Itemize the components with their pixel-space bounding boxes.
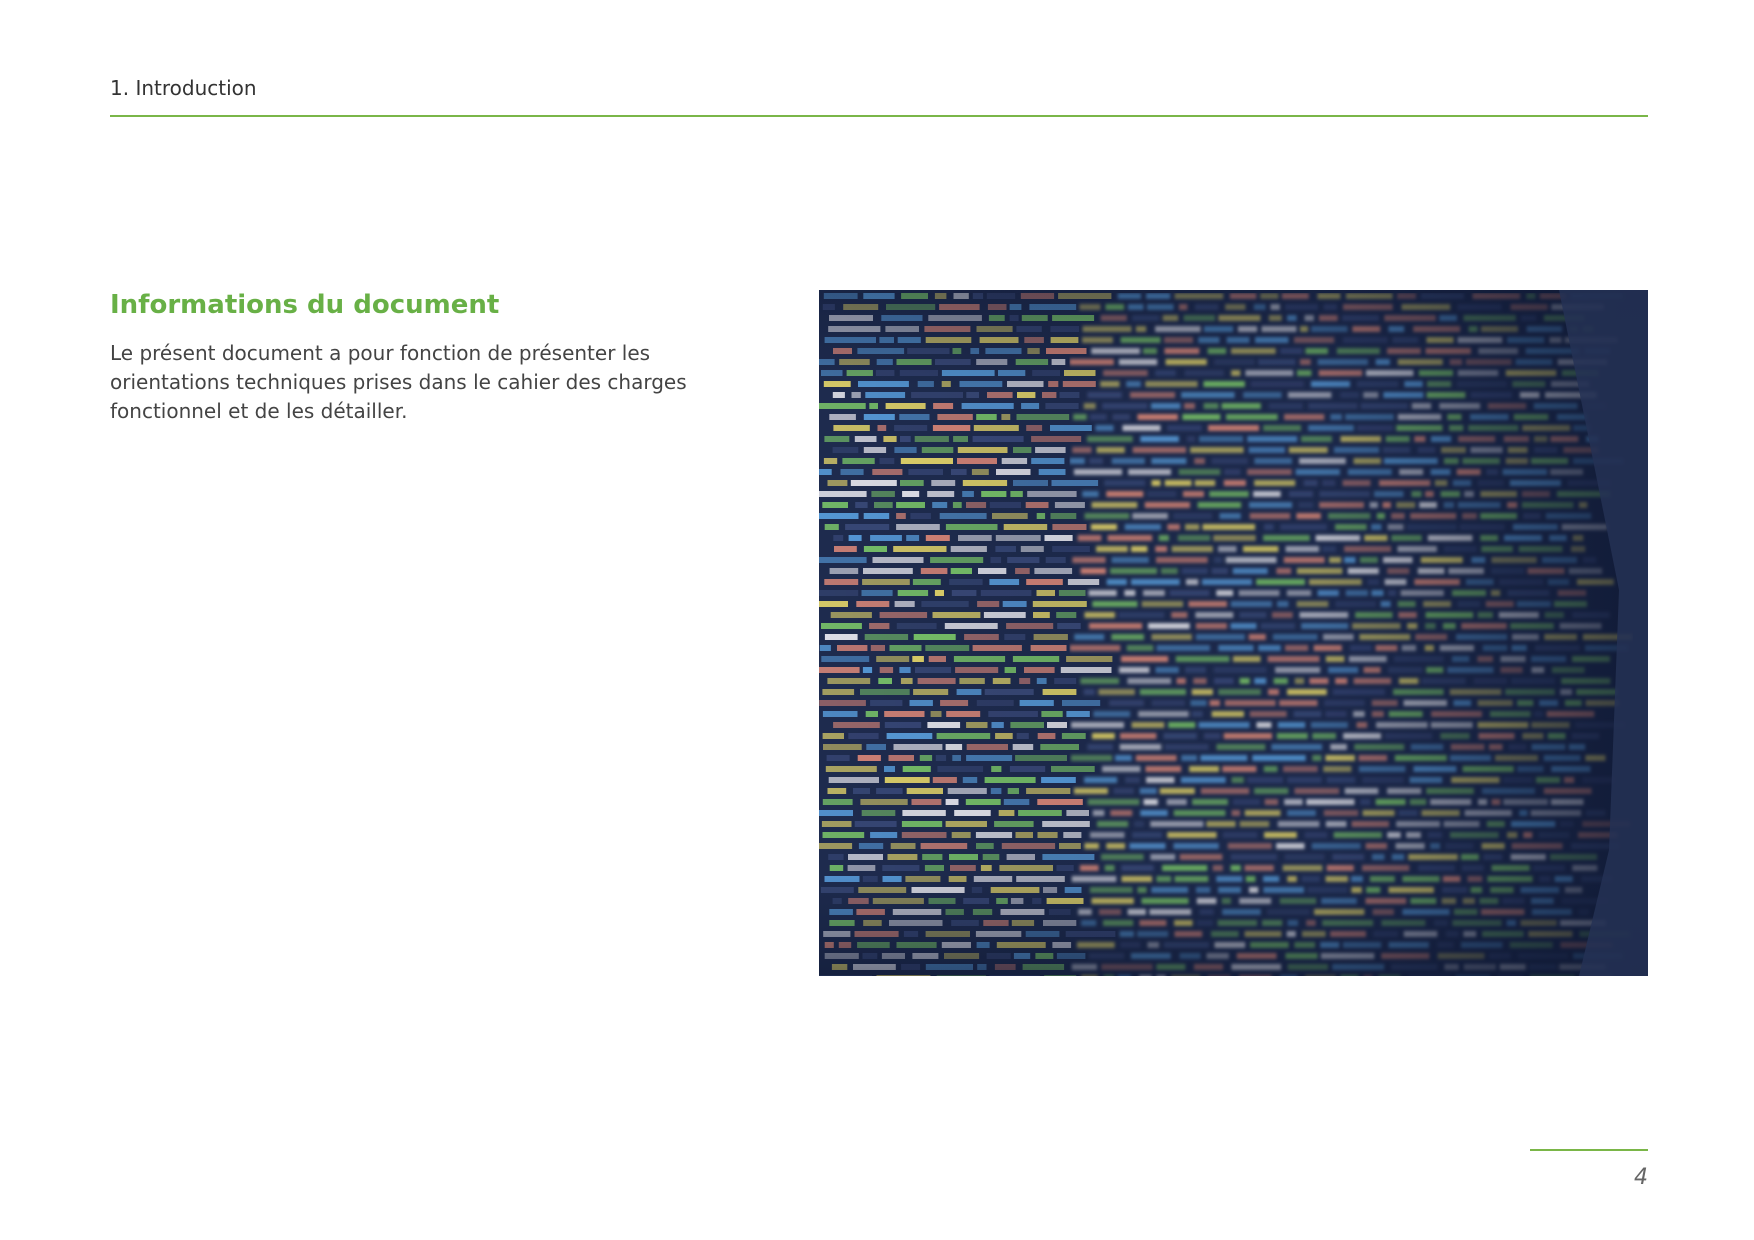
section-heading: Informations du document [110, 290, 500, 320]
section-header-title: 1. Introduction [110, 76, 257, 100]
code-screen-illustration [819, 290, 1648, 976]
header-divider [110, 115, 1648, 117]
footer-divider [1530, 1149, 1648, 1151]
page-number: 4 [1634, 1165, 1648, 1190]
section-body-text: Le présent document a pour fonction de p… [110, 341, 687, 423]
code-screen-photo [819, 290, 1648, 976]
document-page: 1. Introduction Informations du document… [0, 0, 1754, 1240]
